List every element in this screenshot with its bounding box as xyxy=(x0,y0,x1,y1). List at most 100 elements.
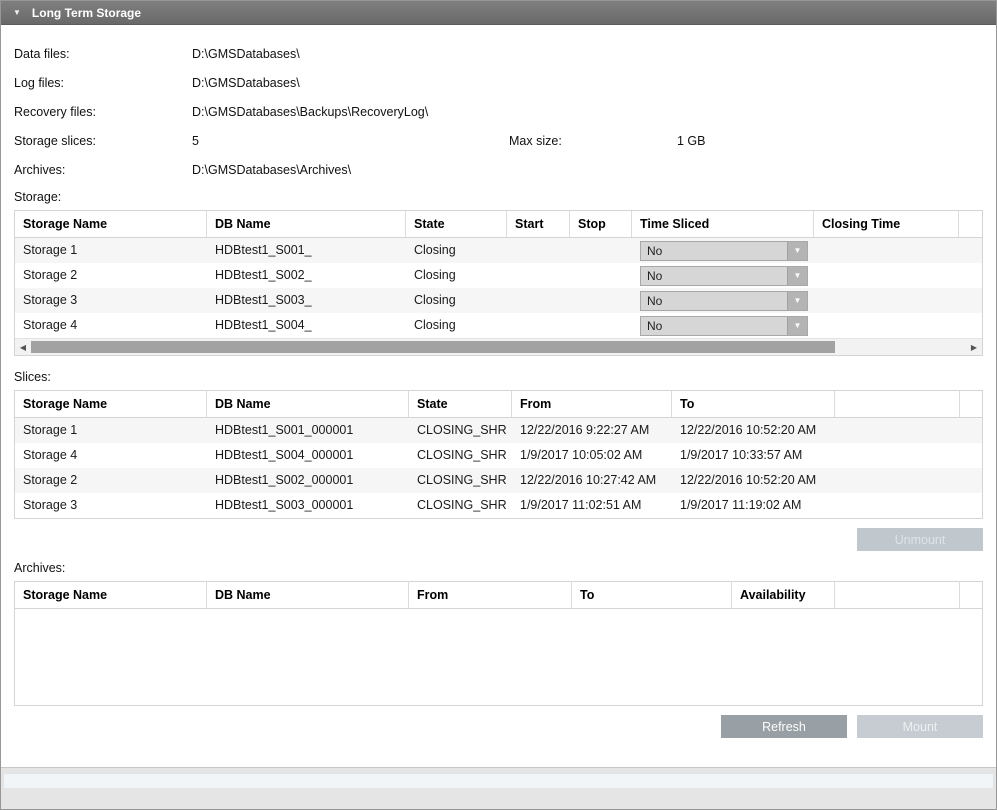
cell-start xyxy=(507,263,570,288)
chevron-down-icon[interactable]: ▼ xyxy=(787,317,807,335)
column-header-db-name[interactable]: DB Name xyxy=(207,211,406,237)
column-header-time-sliced[interactable]: Time Sliced xyxy=(632,211,814,237)
slice-row[interactable]: Storage 4 HDBtest1_S004_000001 CLOSING_S… xyxy=(15,443,982,468)
cell-from: 12/22/2016 10:27:42 AM xyxy=(512,468,672,493)
cell-state: Closing xyxy=(406,313,507,338)
time-sliced-dropdown[interactable]: No ▼ xyxy=(640,266,808,286)
cell-closing-time xyxy=(814,288,959,313)
column-header-storage-name[interactable]: Storage Name xyxy=(15,391,207,417)
column-header-from[interactable]: From xyxy=(512,391,672,417)
cell-filler xyxy=(959,313,982,338)
column-header-state[interactable]: State xyxy=(409,391,512,417)
cell-from: 1/9/2017 10:05:02 AM xyxy=(512,443,672,468)
column-header-blank xyxy=(835,582,960,608)
cell-filler xyxy=(960,468,982,493)
refresh-button[interactable]: Refresh xyxy=(721,715,847,738)
archives-path-row: Archives: D:\GMSDatabases\Archives\ xyxy=(14,155,983,184)
column-header-closing-time[interactable]: Closing Time xyxy=(814,211,959,237)
column-header-db-name[interactable]: DB Name xyxy=(207,391,409,417)
cell-to: 12/22/2016 10:52:20 AM xyxy=(672,418,835,443)
column-header-availability[interactable]: Availability xyxy=(732,582,835,608)
cell-from: 1/9/2017 11:02:51 AM xyxy=(512,493,672,518)
storage-horizontal-scrollbar[interactable]: ◀ ▶ xyxy=(15,338,982,355)
archives-table-header: Storage Name DB Name From To Availabilit… xyxy=(15,582,982,609)
log-files-row: Log files: D:\GMSDatabases\ xyxy=(14,68,983,97)
cell-to: 12/22/2016 10:52:20 AM xyxy=(672,468,835,493)
cell-to: 1/9/2017 10:33:57 AM xyxy=(672,443,835,468)
long-term-storage-window: ▼ Long Term Storage Data files: D:\GMSDa… xyxy=(0,0,997,810)
cell-to: 1/9/2017 11:19:02 AM xyxy=(672,493,835,518)
storage-slices-row: Storage slices: 5 Max size: 1 GB xyxy=(14,126,983,155)
slice-row[interactable]: Storage 2 HDBtest1_S002_000001 CLOSING_S… xyxy=(15,468,982,493)
cell-db-name: HDBtest1_S004_000001 xyxy=(207,443,409,468)
dropdown-selected-value: No xyxy=(641,317,787,335)
dropdown-selected-value: No xyxy=(641,242,787,260)
scrollbar-track[interactable] xyxy=(31,339,966,355)
scrollbar-thumb[interactable] xyxy=(31,341,835,353)
cell-state: Closing xyxy=(406,263,507,288)
time-sliced-dropdown[interactable]: No ▼ xyxy=(640,291,808,311)
unmount-button[interactable]: Unmount xyxy=(857,528,983,551)
cell-blank xyxy=(835,443,960,468)
cell-db-name: HDBtest1_S001_000001 xyxy=(207,418,409,443)
slices-table: Storage Name DB Name State From To Stora… xyxy=(14,390,983,519)
cell-time-sliced: No ▼ xyxy=(632,238,814,263)
column-header-stop[interactable]: Stop xyxy=(570,211,632,237)
time-sliced-dropdown[interactable]: No ▼ xyxy=(640,241,808,261)
column-header-db-name[interactable]: DB Name xyxy=(207,582,409,608)
cell-closing-time xyxy=(814,313,959,338)
scroll-right-icon[interactable]: ▶ xyxy=(966,339,982,356)
panel-header[interactable]: ▼ Long Term Storage xyxy=(1,1,996,25)
cell-state: Closing xyxy=(406,288,507,313)
column-header-filler xyxy=(959,211,982,237)
column-header-from[interactable]: From xyxy=(409,582,572,608)
collapse-icon[interactable]: ▼ xyxy=(13,8,21,17)
column-header-start[interactable]: Start xyxy=(507,211,570,237)
cell-storage-name: Storage 1 xyxy=(15,238,207,263)
cell-stop xyxy=(570,238,632,263)
column-header-storage-name[interactable]: Storage Name xyxy=(15,582,207,608)
scroll-left-icon[interactable]: ◀ xyxy=(15,339,31,356)
max-size-value: 1 GB xyxy=(677,134,983,148)
storage-slices-value: 5 xyxy=(192,134,509,148)
cell-storage-name: Storage 4 xyxy=(15,443,207,468)
slices-table-header: Storage Name DB Name State From To xyxy=(15,391,982,418)
time-sliced-dropdown[interactable]: No ▼ xyxy=(640,316,808,336)
cell-closing-time xyxy=(814,263,959,288)
slice-row[interactable]: Storage 1 HDBtest1_S001_000001 CLOSING_S… xyxy=(15,418,982,443)
mount-button[interactable]: Mount xyxy=(857,715,983,738)
settings-fields: Data files: D:\GMSDatabases\ Log files: … xyxy=(14,39,983,184)
cell-start xyxy=(507,288,570,313)
chevron-down-icon[interactable]: ▼ xyxy=(787,242,807,260)
cell-storage-name: Storage 1 xyxy=(15,418,207,443)
chevron-down-icon[interactable]: ▼ xyxy=(787,292,807,310)
column-header-to[interactable]: To xyxy=(672,391,835,417)
cell-storage-name: Storage 4 xyxy=(15,313,207,338)
column-header-storage-name[interactable]: Storage Name xyxy=(15,211,207,237)
cell-stop xyxy=(570,313,632,338)
cell-state: CLOSING_SHR xyxy=(409,418,512,443)
log-files-label: Log files: xyxy=(14,76,192,90)
recovery-files-value: D:\GMSDatabases\Backups\RecoveryLog\ xyxy=(192,105,983,119)
cell-state: Closing xyxy=(406,238,507,263)
cell-from: 12/22/2016 9:22:27 AM xyxy=(512,418,672,443)
storage-row[interactable]: Storage 2 HDBtest1_S002_ Closing No ▼ xyxy=(15,263,982,288)
panel-title: Long Term Storage xyxy=(32,6,141,20)
storage-row[interactable]: Storage 4 HDBtest1_S004_ Closing No ▼ xyxy=(15,313,982,338)
cell-storage-name: Storage 3 xyxy=(15,493,207,518)
archives-path-label: Archives: xyxy=(14,163,192,177)
log-files-value: D:\GMSDatabases\ xyxy=(192,76,983,90)
column-header-to[interactable]: To xyxy=(572,582,732,608)
cell-db-name: HDBtest1_S002_ xyxy=(207,263,406,288)
column-header-state[interactable]: State xyxy=(406,211,507,237)
dropdown-selected-value: No xyxy=(641,292,787,310)
cell-start xyxy=(507,313,570,338)
cell-blank xyxy=(835,418,960,443)
slice-row[interactable]: Storage 3 HDBtest1_S003_000001 CLOSING_S… xyxy=(15,493,982,518)
storage-row[interactable]: Storage 3 HDBtest1_S003_ Closing No ▼ xyxy=(15,288,982,313)
archives-section-label: Archives: xyxy=(14,561,983,575)
storage-row[interactable]: Storage 1 HDBtest1_S001_ Closing No ▼ xyxy=(15,238,982,263)
column-header-blank xyxy=(835,391,960,417)
chevron-down-icon[interactable]: ▼ xyxy=(787,267,807,285)
archives-empty-body xyxy=(15,609,982,705)
